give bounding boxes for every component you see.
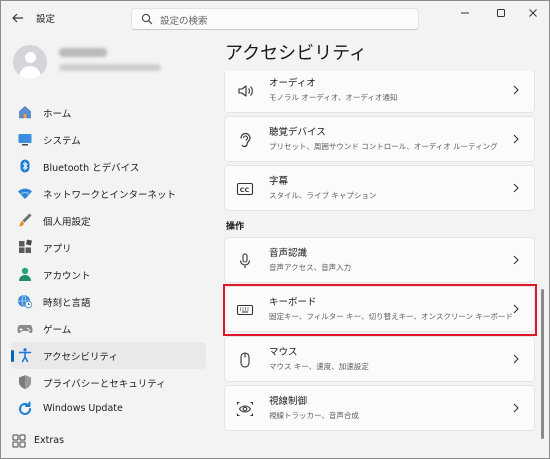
title-bar: 設定 設定の検索 — [1, 1, 549, 35]
wifi-icon — [17, 185, 33, 201]
home-icon — [17, 104, 33, 120]
sidebar-item-label: ホーム — [43, 109, 72, 120]
windows-update-icon — [17, 401, 33, 417]
sidebar-item-accessibility[interactable]: アクセシビリティ — [11, 342, 206, 369]
sidebar-item-accounts[interactable]: アカウント — [11, 261, 206, 288]
chevron-right-icon — [509, 301, 523, 317]
vertical-scrollbar[interactable] — [541, 289, 544, 439]
extras-icon — [11, 433, 27, 449]
card-title: 視線制御 — [269, 396, 308, 407]
card-title: キーボード — [269, 297, 317, 308]
chevron-right-icon — [509, 131, 523, 147]
card-eye-control[interactable]: 視線制御 視線トラッカー、音声合成 — [224, 385, 535, 431]
sidebar-item-label: アクセシビリティ — [43, 352, 118, 363]
sidebar-item-privacy-security[interactable]: プライバシーとセキュリティ — [11, 369, 206, 396]
speaker-icon — [236, 82, 254, 100]
sidebar-item-bluetooth[interactable]: Bluetooth とデバイス — [11, 153, 206, 180]
chevron-right-icon — [509, 400, 523, 416]
card-description: プリセット、周囲サウンド コントロール、オーディオ ルーティング — [269, 142, 498, 151]
card-title: 聴覚デバイス — [269, 127, 326, 138]
ear-icon — [236, 131, 254, 149]
sidebar-item-label: Windows Update — [43, 403, 123, 414]
card-description: 固定キー、フィルター キー、切り替えキー、オンスクリーン キーボード — [269, 312, 513, 321]
shield-icon — [17, 374, 33, 390]
accessibility-icon — [17, 347, 33, 363]
card-captions[interactable]: CC 字幕 スタイル、ライブ キャプション — [224, 165, 535, 211]
sidebar-item-system[interactable]: システム — [11, 126, 206, 153]
paint-brush-icon — [17, 212, 33, 228]
minimize-icon[interactable] — [453, 5, 477, 21]
sidebar-nav: ホーム システム Bluetooth とデバイス ネットワークとインターネット … — [11, 99, 206, 423]
sidebar-item-label: プライバシーとセキュリティ — [43, 379, 166, 390]
sidebar-item-label: ゲーム — [43, 325, 72, 336]
sidebar-item-label: システム — [43, 136, 81, 147]
profile-name-redacted — [59, 48, 107, 57]
chevron-right-icon — [509, 252, 523, 268]
eye-control-icon — [236, 400, 254, 418]
close-icon[interactable] — [521, 5, 545, 21]
card-description: 視線トラッカー、音声合成 — [269, 411, 359, 420]
svg-text:CC: CC — [240, 186, 250, 194]
card-title: 字幕 — [269, 176, 289, 187]
search-input[interactable]: 設定の検索 — [160, 13, 208, 27]
sidebar-item-personalization[interactable]: 個人用設定 — [11, 207, 206, 234]
back-arrow-icon[interactable] — [9, 9, 27, 27]
card-mouse[interactable]: マウス マウス キー、速度、加速設定 — [224, 336, 535, 382]
account-icon — [17, 266, 33, 282]
sidebar-item-label: Bluetooth とデバイス — [43, 163, 140, 174]
sidebar-item-network[interactable]: ネットワークとインターネット — [11, 180, 206, 207]
card-audio[interactable]: オーディオ モノラル オーディオ、オーディオ通知 — [224, 71, 535, 113]
avatar[interactable] — [13, 45, 47, 79]
sidebar-item-label: 個人用設定 — [43, 217, 91, 228]
sidebar-item-gaming[interactable]: ゲーム — [11, 315, 206, 342]
maximize-icon[interactable] — [489, 5, 513, 21]
sidebar-item-home[interactable]: ホーム — [11, 99, 206, 126]
chevron-right-icon — [509, 180, 523, 196]
sidebar-item-label: 時刻と言語 — [43, 298, 91, 309]
gamepad-icon — [17, 320, 33, 336]
sidebar-item-label: ネットワークとインターネット — [43, 190, 177, 201]
sidebar-item-time-language[interactable]: 時刻と言語 — [11, 288, 206, 315]
search-box[interactable]: 設定の検索 — [131, 8, 419, 30]
sidebar-item-label: アプリ — [43, 244, 72, 255]
sidebar-item-label: アカウント — [43, 271, 91, 282]
page-title: アクセシビリティ — [225, 43, 368, 64]
search-icon — [141, 13, 153, 25]
mouse-icon — [236, 351, 254, 369]
extras-label: Extras — [34, 435, 65, 446]
card-title: 音声認識 — [269, 248, 308, 259]
card-title: オーディオ — [269, 78, 316, 89]
chevron-right-icon — [509, 351, 523, 367]
keyboard-icon — [236, 301, 254, 319]
card-speech[interactable]: 音声認識 音声アクセス、音声入力 — [224, 237, 535, 283]
system-display-icon — [17, 131, 33, 147]
microphone-icon — [236, 252, 254, 270]
card-description: マウス キー、速度、加速設定 — [269, 362, 369, 371]
card-hearing-devices[interactable]: 聴覚デバイス プリセット、周囲サウンド コントロール、オーディオ ルーティング — [224, 116, 535, 162]
settings-content: オーディオ モノラル オーディオ、オーディオ通知 聴覚デバイス プリセット、周囲… — [221, 71, 537, 458]
profile-email-redacted — [59, 64, 161, 71]
card-description: スタイル、ライブ キャプション — [269, 191, 377, 200]
globe-clock-icon — [17, 293, 33, 309]
closed-captions-icon: CC — [236, 180, 254, 198]
sidebar-item-apps[interactable]: アプリ — [11, 234, 206, 261]
apps-icon — [17, 239, 33, 255]
sidebar-item-windows-update[interactable]: Windows Update — [11, 396, 206, 423]
settings-window: 設定 設定の検索 ホーム システム Bluetooth とデバイス ネットワーク… — [0, 0, 550, 459]
section-header-interaction: 操作 — [226, 222, 245, 232]
app-title: 設定 — [36, 14, 56, 25]
card-title: マウス — [269, 347, 298, 358]
card-keyboard[interactable]: キーボード 固定キー、フィルター キー、切り替えキー、オンスクリーン キーボード — [224, 286, 535, 332]
card-description: 音声アクセス、音声入力 — [269, 263, 352, 272]
chevron-right-icon — [509, 82, 523, 98]
bluetooth-icon — [17, 158, 33, 174]
card-description: モノラル オーディオ、オーディオ通知 — [269, 93, 398, 102]
